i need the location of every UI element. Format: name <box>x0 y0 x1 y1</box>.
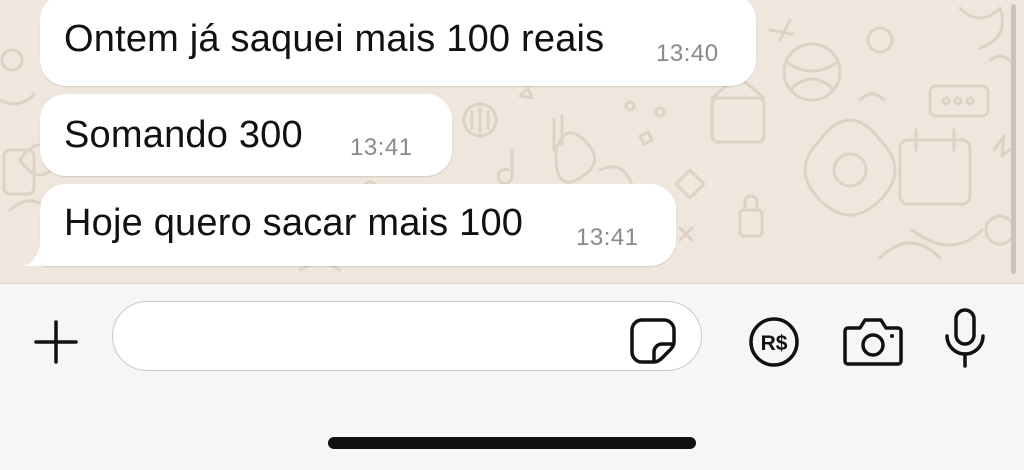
message-input[interactable] <box>112 301 702 371</box>
plus-icon <box>34 320 78 364</box>
sticker-button[interactable] <box>628 316 678 366</box>
message-bubble[interactable]: Somando 300 13:41 <box>40 94 452 176</box>
home-indicator[interactable] <box>328 437 696 449</box>
message-text: Hoje quero sacar mais 100 <box>64 202 524 244</box>
payment-label: R$ <box>761 332 788 355</box>
message-timestamp: 13:41 <box>576 224 639 251</box>
message-composer: R$ <box>0 283 1024 470</box>
message-text: Ontem já saquei mais 100 reais <box>64 18 605 60</box>
microphone-icon <box>945 308 985 368</box>
message-timestamp: 13:40 <box>656 40 719 67</box>
payment-button[interactable]: R$ <box>748 316 800 368</box>
message-bubble[interactable]: Ontem já saquei mais 100 reais 13:40 <box>40 0 756 86</box>
camera-icon <box>843 318 903 366</box>
microphone-button[interactable] <box>940 306 990 372</box>
camera-button[interactable] <box>842 314 904 368</box>
chat-area: Ontem já saquei mais 100 reais 13:40 Som… <box>0 0 1024 283</box>
attach-button[interactable] <box>28 314 84 370</box>
message-text: Somando 300 <box>64 114 303 156</box>
payment-icon: R$ <box>749 317 799 367</box>
scrollbar[interactable] <box>1011 4 1016 274</box>
sticker-icon <box>630 318 676 364</box>
message-timestamp: 13:41 <box>350 134 413 161</box>
message-bubble[interactable]: Hoje quero sacar mais 100 13:41 <box>40 184 676 266</box>
